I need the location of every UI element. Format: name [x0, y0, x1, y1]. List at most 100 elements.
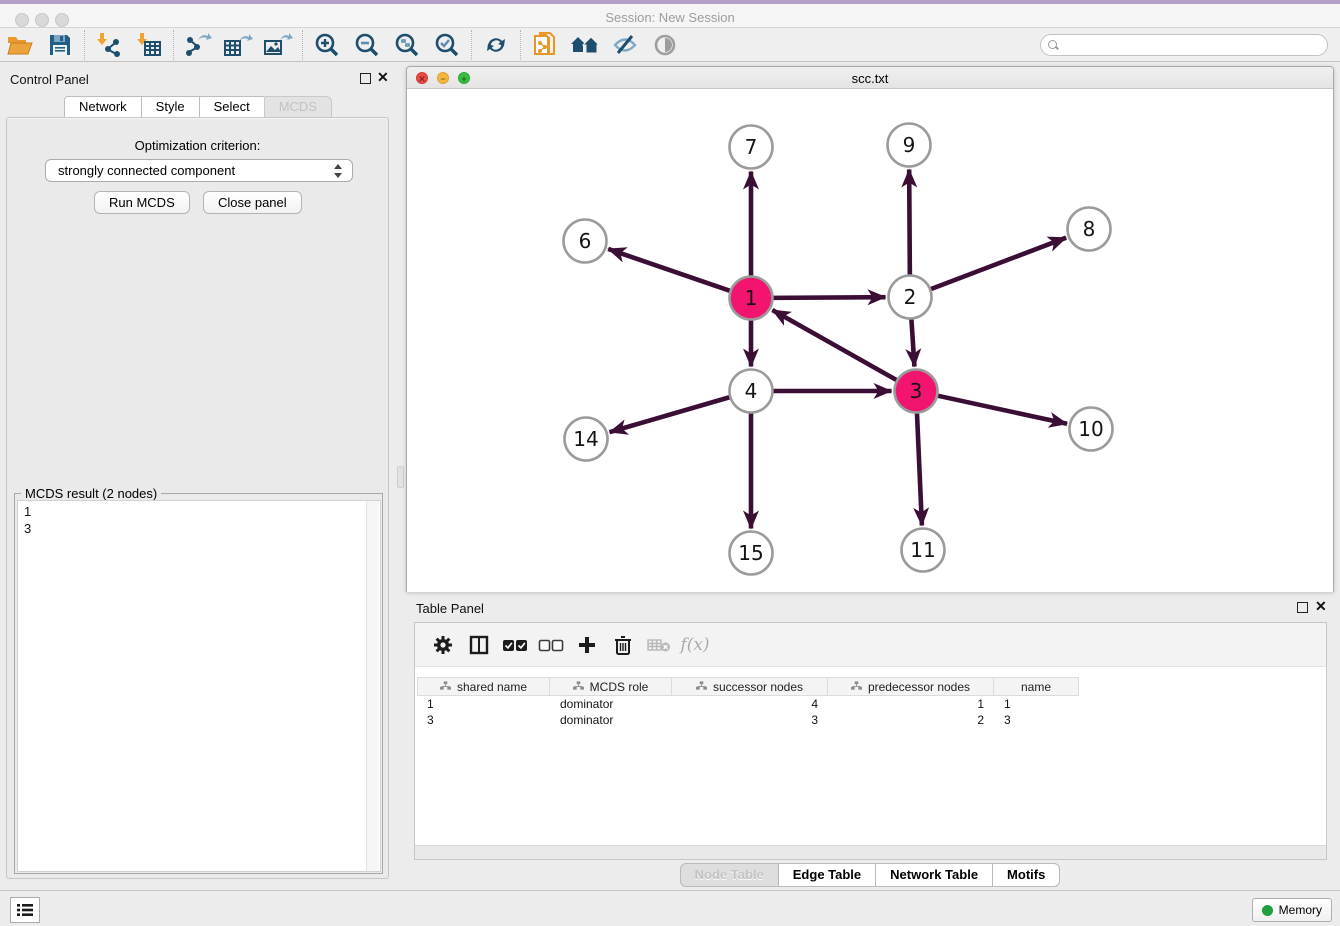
node-7[interactable]: 7 [730, 126, 773, 169]
memory-label: Memory [1279, 903, 1322, 917]
hierarchy-icon [696, 680, 707, 694]
save-session-icon[interactable] [40, 29, 80, 61]
node-14[interactable]: 14 [565, 418, 608, 461]
close-table-panel-icon[interactable]: ✕ [1315, 599, 1327, 613]
edge-1-2[interactable] [772, 297, 885, 298]
add-column-icon[interactable] [569, 627, 605, 663]
zoom-in-icon[interactable] [307, 29, 347, 61]
node-4[interactable]: 4 [730, 370, 773, 413]
tab-edge-table[interactable]: Edge Table [778, 863, 875, 887]
edge-1-6[interactable] [608, 249, 730, 291]
table-settings-icon[interactable] [425, 627, 461, 663]
run-mcds-button[interactable]: Run MCDS [94, 191, 190, 214]
function-builder-icon[interactable]: f(x) [677, 627, 713, 663]
node-15[interactable]: 15 [730, 532, 773, 575]
tab-network[interactable]: Network [64, 96, 141, 118]
column-label: MCDS role [590, 680, 649, 694]
open-session-icon[interactable] [0, 29, 40, 61]
home-icon[interactable] [565, 29, 605, 61]
close-panel-button[interactable]: Close panel [203, 191, 302, 214]
node-6[interactable]: 6 [564, 220, 607, 263]
import-network-icon[interactable] [89, 29, 129, 61]
node-2[interactable]: 2 [889, 276, 932, 319]
edge-4-14[interactable] [610, 397, 731, 432]
column-header-successor-nodes[interactable]: successor nodes [672, 677, 828, 696]
node-9[interactable]: 9 [888, 124, 931, 167]
float-panel-icon[interactable] [360, 73, 371, 84]
zoom-out-icon[interactable] [347, 29, 387, 61]
select-all-icon[interactable] [497, 627, 533, 663]
deselect-all-icon[interactable] [533, 627, 569, 663]
result-scrollbar[interactable] [366, 501, 379, 871]
hierarchy-icon [440, 680, 451, 694]
edge-3-11[interactable] [917, 412, 922, 525]
edge-3-1[interactable] [772, 310, 897, 380]
close-panel-icon[interactable]: ✕ [377, 70, 389, 84]
table-cell[interactable]: 4 [672, 696, 828, 712]
table-cell[interactable]: 3 [994, 712, 1079, 728]
tab-style[interactable]: Style [141, 96, 199, 118]
float-table-panel-icon[interactable] [1297, 602, 1308, 613]
export-network-icon[interactable] [178, 29, 218, 61]
node-11[interactable]: 11 [902, 529, 945, 572]
split-divider-grip[interactable] [397, 466, 404, 488]
tab-node-table[interactable]: Node Table [680, 863, 778, 887]
edge-2-8[interactable] [930, 238, 1066, 290]
column-header-name[interactable]: name [994, 677, 1079, 696]
node-3[interactable]: 3 [895, 370, 938, 413]
svg-text:1: 1 [745, 286, 758, 310]
svg-text:9: 9 [903, 133, 916, 157]
table-cell[interactable]: 3 [672, 712, 828, 728]
network-window-titlebar[interactable]: ✕ − + scc.txt [407, 67, 1333, 89]
node-10[interactable]: 10 [1070, 408, 1113, 451]
network-canvas[interactable]: 7 9 6 8 1 2 4 3 14 10 15 11 [407, 89, 1333, 592]
column-header-MCDS-role[interactable]: MCDS role [550, 677, 672, 696]
table-cell[interactable]: dominator [550, 712, 672, 728]
delete-column-icon[interactable] [605, 627, 641, 663]
refresh-layout-icon[interactable] [476, 29, 516, 61]
toolbar-separator [302, 30, 303, 60]
svg-text:4: 4 [745, 379, 758, 403]
table-hscroll-area[interactable] [415, 845, 1326, 859]
hide-icon[interactable] [605, 29, 645, 61]
export-image-icon[interactable] [258, 29, 298, 61]
column-header-shared-name[interactable]: shared name [417, 677, 550, 696]
zoom-selected-icon[interactable] [427, 29, 467, 61]
import-table-icon[interactable] [129, 29, 169, 61]
svg-text:15: 15 [738, 541, 763, 565]
export-table-icon[interactable] [218, 29, 258, 61]
mcds-result-list[interactable]: 1 3 [17, 500, 381, 872]
table-row[interactable]: 3dominator323 [417, 712, 1079, 728]
tab-select[interactable]: Select [199, 96, 264, 118]
zoom-fit-icon[interactable] [387, 29, 427, 61]
window-title: Session: New Session [0, 10, 1340, 25]
memory-button[interactable]: Memory [1252, 898, 1332, 922]
show-columns-icon[interactable] [461, 627, 497, 663]
search-box[interactable] [1040, 34, 1328, 56]
search-input[interactable] [1063, 38, 1313, 52]
show-icon[interactable] [645, 29, 685, 61]
svg-text:14: 14 [573, 427, 598, 451]
table-cell[interactable]: 2 [828, 712, 994, 728]
delete-table-icon[interactable] [641, 627, 677, 663]
table-cell[interactable]: 1 [417, 696, 550, 712]
table-cell[interactable]: 1 [994, 696, 1079, 712]
column-header-predecessor-nodes[interactable]: predecessor nodes [828, 677, 994, 696]
svg-text:7: 7 [745, 135, 758, 159]
table-cell[interactable]: 3 [417, 712, 550, 728]
tab-motifs[interactable]: Motifs [992, 863, 1060, 887]
node-1[interactable]: 1 [730, 277, 773, 320]
tab-network-table[interactable]: Network Table [875, 863, 992, 887]
node-8[interactable]: 8 [1068, 208, 1111, 251]
edge-2-3[interactable] [911, 318, 914, 366]
task-history-button[interactable] [10, 897, 40, 923]
edge-3-10[interactable] [937, 396, 1067, 424]
table-row[interactable]: 1dominator411 [417, 696, 1079, 712]
tab-mcds[interactable]: MCDS [264, 96, 332, 118]
criterion-select[interactable]: strongly connected component [45, 159, 353, 182]
table-cell[interactable]: dominator [550, 696, 672, 712]
clone-network-icon[interactable] [525, 29, 565, 61]
table-cell[interactable]: 1 [828, 696, 994, 712]
edge-2-9[interactable] [909, 169, 910, 275]
node-table: shared name MCDS role successor nodesprede… [417, 677, 1079, 728]
